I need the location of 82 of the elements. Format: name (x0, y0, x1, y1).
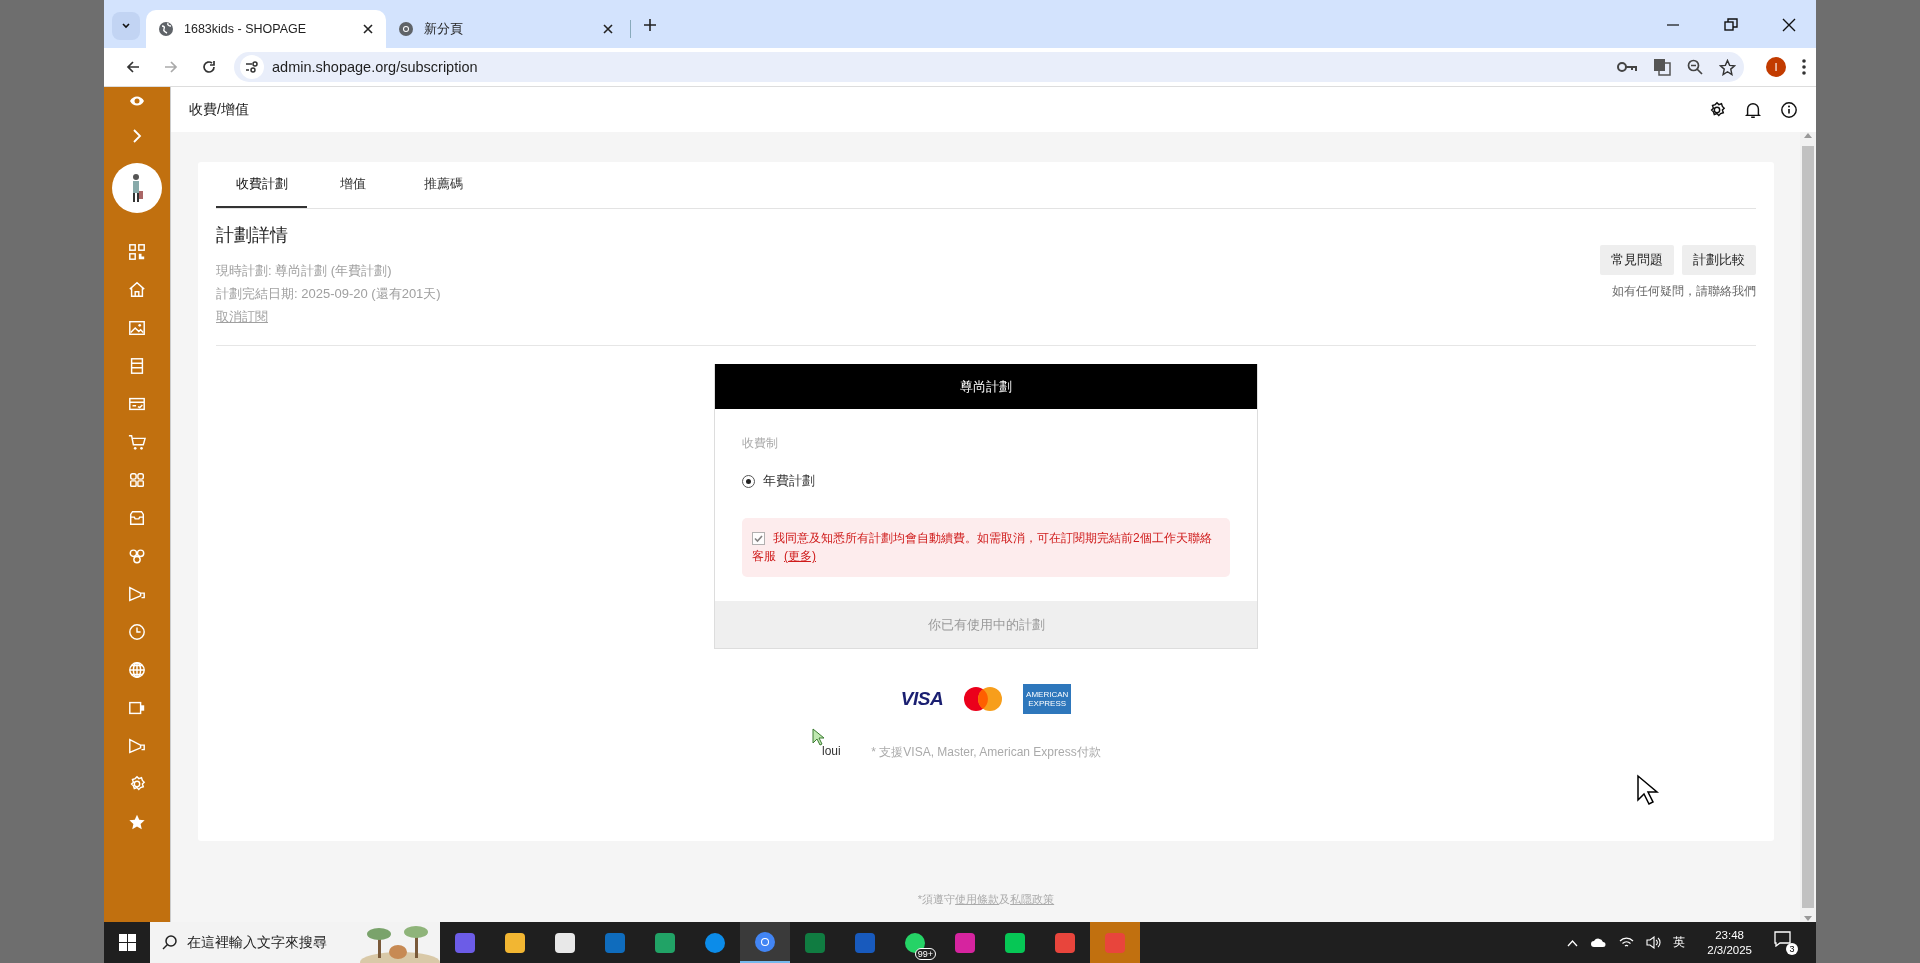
secondary-button[interactable]: 計劃比較 (1682, 245, 1756, 275)
taskbar-search-field[interactable]: 在這裡輸入文字來搜尋 (150, 922, 440, 963)
chevron-right-icon[interactable] (132, 129, 142, 143)
back-icon[interactable] (125, 59, 141, 75)
agreement-notice: 我同意及知悉所有計劃均會自動續費。如需取消，可在訂閱期完結前2個工作天聯絡客服 (更多) (742, 518, 1230, 577)
image-icon[interactable] (128, 319, 146, 337)
eye-icon[interactable] (129, 95, 145, 107)
settings-icon[interactable] (1708, 100, 1726, 119)
forward-icon[interactable] (163, 59, 179, 75)
tab-title: 1683kids - SHOPAGE (184, 22, 308, 36)
volume-icon[interactable] (1646, 936, 1662, 949)
mastercard-logo (963, 686, 1004, 712)
check-icon (754, 534, 763, 543)
taskbar-clock[interactable]: 23:48 2/3/2025 (1707, 927, 1752, 958)
card-icon[interactable] (128, 395, 146, 413)
billing-label: 收費制 (742, 435, 779, 452)
home-icon[interactable] (128, 281, 146, 299)
boxes-icon[interactable] (128, 471, 146, 489)
cloud-icon[interactable] (1590, 937, 1608, 948)
payment-note: * 支援VISA, Master, American Express付款 (871, 744, 1101, 761)
new-tab-icon[interactable] (643, 18, 657, 32)
translate-icon[interactable] (1653, 58, 1671, 76)
notification-badge: 99+ (914, 948, 936, 960)
plan-card-header: 尊尚計劃 (715, 364, 1257, 409)
qr-code-icon[interactable] (128, 243, 146, 261)
chrome-icon (398, 21, 414, 37)
section-title: 計劃詳情 (216, 224, 289, 247)
tab-title: 新分頁 (424, 20, 464, 38)
contact-note: 如有任何疑問，請聯絡我們 (1612, 284, 1756, 299)
chevron-down-icon (121, 21, 131, 31)
current-plan-text: 現時計劃: 尊尚計劃 (年費計劃) (216, 262, 393, 280)
radio-label: 年費計劃 (763, 472, 815, 490)
megaphone-icon[interactable] (128, 585, 146, 603)
end-date-text: 計劃完結日期: 2025-09-20 (還有201天) (216, 285, 442, 303)
page-tab[interactable]: 推薦碼 (398, 175, 489, 208)
more-icon[interactable] (1802, 59, 1806, 75)
page-tab[interactable]: 增值 (307, 175, 398, 208)
list-icon[interactable] (128, 357, 146, 375)
close-icon[interactable] (602, 23, 614, 35)
reload-icon[interactable] (201, 59, 217, 75)
star-icon[interactable] (128, 813, 146, 831)
restore-icon[interactable] (1724, 18, 1738, 32)
key-icon[interactable] (1617, 60, 1637, 74)
cart-icon[interactable] (128, 433, 146, 451)
bell-icon[interactable] (1744, 100, 1762, 119)
star-icon[interactable] (1719, 58, 1736, 76)
tab-menu-button[interactable] (112, 12, 140, 40)
scrollbar[interactable] (1800, 132, 1816, 922)
clock-icon[interactable] (128, 623, 146, 641)
site-settings-icon[interactable] (245, 60, 259, 74)
figure-icon (130, 173, 144, 203)
inbox-icon[interactable] (128, 509, 146, 527)
close-icon[interactable] (362, 23, 374, 35)
wifi-icon[interactable] (1619, 936, 1635, 949)
browser-tab[interactable]: 新分頁 (386, 10, 626, 48)
zoom-icon[interactable] (1687, 59, 1703, 75)
search-icon (162, 935, 177, 950)
info-icon[interactable] (1780, 100, 1798, 119)
windows-icon[interactable] (118, 934, 136, 951)
video-icon[interactable] (128, 699, 146, 717)
megaphone-icon[interactable] (128, 737, 146, 755)
pointer-icon (1636, 774, 1660, 806)
store-logo[interactable] (112, 163, 162, 213)
secondary-button[interactable]: 常見問題 (1600, 245, 1674, 275)
close-icon[interactable] (1782, 18, 1796, 32)
chevron-up-icon[interactable] (1567, 938, 1579, 947)
globe-icon[interactable] (128, 661, 146, 679)
footer-text: *須遵守使用條款及私隱政策 (916, 892, 1056, 907)
cursor-label: loui (822, 744, 841, 755)
message-icon (1774, 930, 1791, 947)
browser-tab[interactable]: 1683kids - SHOPAGE (146, 10, 386, 48)
address-bar[interactable]: admin.shopage.org/subscription (234, 52, 1744, 82)
visa-logo: VISA (900, 688, 944, 710)
page-tab[interactable]: 收費計劃 (216, 175, 307, 208)
cursor-icon (812, 728, 824, 746)
profile-avatar[interactable]: I (1766, 57, 1786, 77)
notification-center-button[interactable]: 3 (1774, 930, 1798, 955)
amex-logo: AMERICAN EXPRESS (1023, 684, 1072, 714)
circles-icon[interactable] (128, 547, 146, 565)
globe-icon (158, 21, 174, 37)
breadcrumb: 收費/增值 (189, 100, 249, 119)
input-method-indicator[interactable]: 英 (1673, 934, 1686, 951)
